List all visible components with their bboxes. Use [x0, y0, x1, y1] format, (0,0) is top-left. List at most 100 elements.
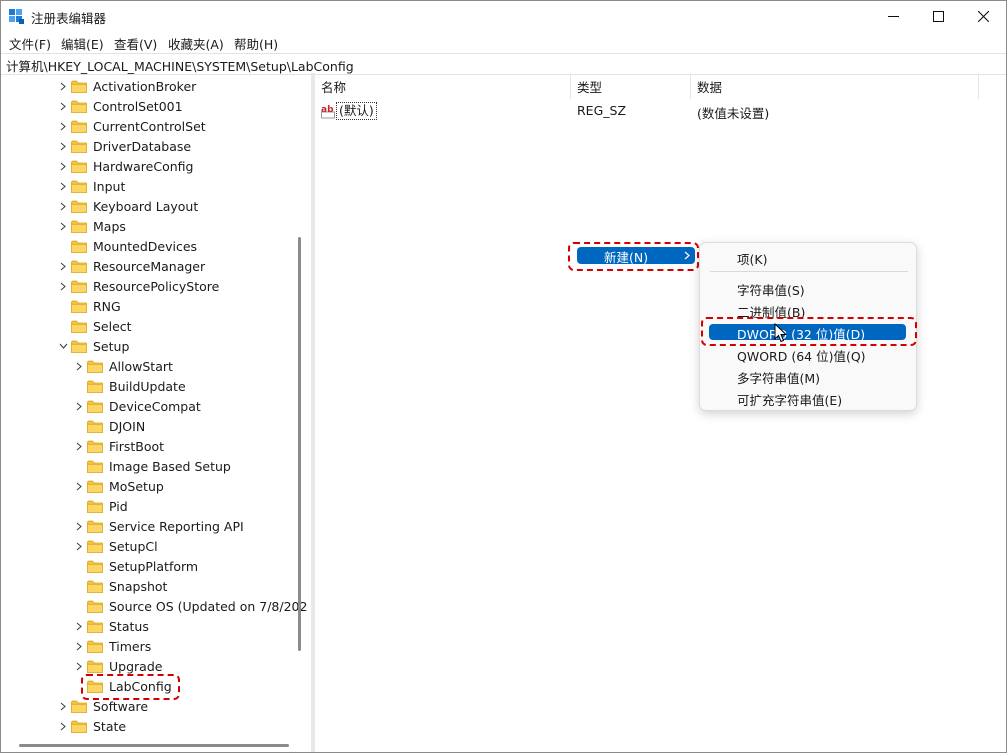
chevron-right-icon[interactable]: [58, 116, 68, 136]
minimize-button[interactable]: [870, 1, 916, 31]
tree-item[interactable]: AllowStart: [74, 356, 173, 376]
submenu-item-key[interactable]: 项(K): [737, 249, 767, 268]
chevron-right-icon[interactable]: [58, 76, 68, 96]
tree-item-label: Maps: [93, 218, 126, 234]
submenu-item-multi-string-value[interactable]: 多字符串值(M): [737, 368, 820, 387]
annotation-box-labconfig: [81, 674, 180, 700]
tree-item[interactable]: Snapshot: [74, 576, 167, 596]
tree-item[interactable]: Image Based Setup: [74, 456, 231, 476]
chevron-right-icon[interactable]: [74, 656, 84, 676]
tree-item[interactable]: Service Reporting API: [74, 516, 244, 536]
tree-item[interactable]: ResourcePolicyStore: [58, 276, 219, 296]
tree-item[interactable]: SetupPlatform: [74, 556, 198, 576]
title-bar[interactable]: 注册表编辑器: [1, 1, 1006, 31]
column-header-type[interactable]: 类型: [571, 75, 691, 99]
close-button[interactable]: [960, 1, 1006, 31]
menu-view[interactable]: 查看(V): [114, 34, 157, 53]
tree-item[interactable]: FirstBoot: [74, 436, 164, 456]
chevron-right-icon[interactable]: [74, 536, 84, 556]
tree-item[interactable]: Timers: [74, 636, 151, 656]
folder-icon: [71, 260, 87, 273]
tree-item[interactable]: State: [58, 716, 126, 736]
chevron-right-icon[interactable]: [58, 136, 68, 156]
tree-item[interactable]: DJOIN: [74, 416, 145, 436]
folder-icon: [71, 80, 87, 93]
chevron-right-icon[interactable]: [58, 196, 68, 216]
maximize-button[interactable]: [915, 1, 961, 31]
tree-item[interactable]: Pid: [74, 496, 128, 516]
chevron-right-icon[interactable]: [58, 156, 68, 176]
tree-item-label: Service Reporting API: [109, 518, 244, 534]
tree-item[interactable]: DriverDatabase: [58, 136, 191, 156]
folder-icon: [87, 620, 103, 633]
tree-expander-spacer: [74, 576, 84, 596]
tree-item-label: Timers: [109, 638, 152, 654]
menu-help[interactable]: 帮助(H): [234, 34, 278, 53]
menu-file[interactable]: 文件(F): [9, 34, 51, 53]
tree-item[interactable]: Status: [74, 616, 149, 636]
tree-item[interactable]: Input: [58, 176, 125, 196]
chevron-right-icon[interactable]: [58, 176, 68, 196]
tree-item[interactable]: ControlSet001: [58, 96, 183, 116]
tree-expander-spacer: [58, 296, 68, 316]
menu-edit[interactable]: 编辑(E): [61, 34, 104, 53]
chevron-right-icon[interactable]: [58, 716, 68, 736]
tree-item[interactable]: RNG: [58, 296, 121, 316]
column-header-name[interactable]: 名称: [315, 75, 571, 99]
chevron-right-icon[interactable]: [58, 256, 68, 276]
registry-key-tree[interactable]: ActivationBroker ControlSet001 CurrentCont…: [1, 75, 308, 741]
address-bar[interactable]: 计算机\HKEY_LOCAL_MACHINE\SYSTEM\Setup\LabC…: [1, 53, 1006, 75]
tree-item[interactable]: Select: [58, 316, 132, 336]
chevron-right-icon[interactable]: [74, 636, 84, 656]
tree-item-label: CurrentControlSet: [93, 118, 206, 134]
tree-item[interactable]: Upgrade: [74, 656, 162, 676]
tree-item-label: MountedDevices: [93, 238, 198, 254]
tree-item[interactable]: Setup: [58, 336, 129, 356]
submenu-item-expandable-string-value[interactable]: 可扩充字符串值(E): [737, 390, 842, 409]
tree-item[interactable]: CurrentControlSet: [58, 116, 206, 136]
tree-item[interactable]: ResourceManager: [58, 256, 205, 276]
column-header-data[interactable]: 数据: [691, 75, 979, 99]
tree-item[interactable]: SetupCl: [74, 536, 158, 556]
chevron-right-icon[interactable]: [74, 516, 84, 536]
chevron-down-icon[interactable]: [58, 336, 68, 356]
minimize-icon: [887, 15, 899, 17]
registry-value-list[interactable]: 名称 类型 数据 ab (默认) REG_SZ (数值未设置): [315, 75, 1006, 752]
tree-item[interactable]: ActivationBroker: [58, 76, 196, 96]
folder-icon: [87, 360, 103, 373]
folder-icon: [87, 440, 103, 453]
tree-item[interactable]: DeviceCompat: [74, 396, 201, 416]
tree-item[interactable]: Source OS (Updated on 7/8/2022: [74, 596, 308, 616]
tree-item[interactable]: MoSetup: [74, 476, 164, 496]
chevron-right-icon[interactable]: [58, 216, 68, 236]
chevron-right-icon[interactable]: [74, 476, 84, 496]
tree-item-label: Image Based Setup: [109, 458, 231, 474]
chevron-right-icon[interactable]: [74, 436, 84, 456]
chevron-right-icon[interactable]: [58, 696, 68, 716]
value-row-default[interactable]: ab (默认) REG_SZ (数值未设置): [315, 101, 1005, 121]
tree-item-label: State: [93, 718, 127, 734]
tree-item[interactable]: Maps: [58, 216, 126, 236]
close-icon: [977, 10, 989, 22]
chevron-right-icon[interactable]: [74, 616, 84, 636]
chevron-right-icon[interactable]: [74, 356, 84, 376]
address-path[interactable]: 计算机\HKEY_LOCAL_MACHINE\SYSTEM\Setup\LabC…: [6, 56, 354, 75]
folder-icon: [87, 400, 103, 413]
chevron-right-icon[interactable]: [58, 276, 68, 296]
chevron-right-icon[interactable]: [74, 396, 84, 416]
tree-item-label: SetupPlatform: [109, 558, 199, 574]
tree-vertical-scroll-thumb[interactable]: [298, 237, 301, 651]
submenu-item-qword-value[interactable]: QWORD (64 位)值(Q): [737, 346, 866, 365]
tree-horizontal-scroll-thumb[interactable]: [19, 744, 289, 747]
tree-item-label: DriverDatabase: [93, 138, 192, 154]
tree-item[interactable]: Keyboard Layout: [58, 196, 198, 216]
submenu-item-string-value[interactable]: 字符串值(S): [737, 280, 805, 299]
value-name: (默认): [336, 102, 377, 120]
tree-item[interactable]: MountedDevices: [58, 236, 197, 256]
window-title: 注册表编辑器: [31, 11, 107, 26]
tree-item[interactable]: BuildUpdate: [74, 376, 186, 396]
chevron-right-icon[interactable]: [58, 96, 68, 116]
menu-favorites[interactable]: 收藏夹(A): [168, 34, 224, 53]
tree-item[interactable]: HardwareConfig: [58, 156, 193, 176]
folder-icon: [71, 200, 87, 213]
